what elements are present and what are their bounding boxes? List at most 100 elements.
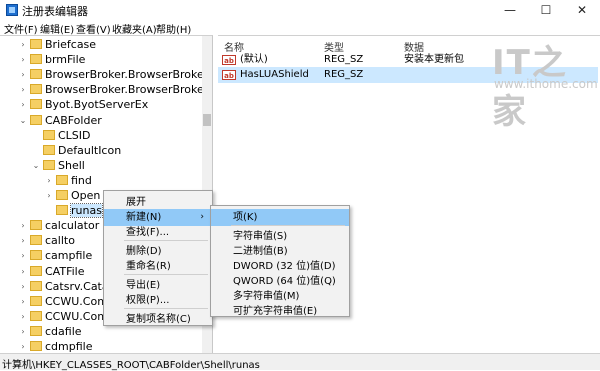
folder-icon <box>30 84 42 95</box>
context-menu-item[interactable]: 权限(P)... <box>104 292 212 309</box>
tree-node[interactable]: › CCWU.ComO <box>18 295 116 310</box>
tree-node-label: cdafile <box>45 324 82 338</box>
regedit-app-icon <box>6 4 18 16</box>
context-menu-item[interactable]: 复制项名称(C) <box>104 311 212 328</box>
folder-icon <box>56 174 68 185</box>
expand-chevron-icon[interactable]: › <box>18 83 28 97</box>
menu-item-label: 项(K) <box>233 212 258 223</box>
expand-chevron-icon[interactable]: › <box>18 325 28 339</box>
title-bar: 注册表编辑器 — ☐ ✕ <box>0 0 600 20</box>
tree-node-label: Byot.ByotServerEx <box>45 98 149 112</box>
tree-node-label: calculator <box>45 219 100 233</box>
tree-node[interactable]: › Briefcase <box>18 38 96 53</box>
menu-bar: 文件(F) 编辑(E) 查看(V) 收藏夹(A) 帮助(H) <box>0 20 600 36</box>
folder-icon <box>30 235 42 246</box>
watermark-url: www.ithome.com <box>494 77 598 91</box>
expand-chevron-icon[interactable]: › <box>18 265 28 279</box>
tree-node-label: BrowserBroker.BrowserBroker <box>45 68 209 82</box>
menu-file[interactable]: 文件(F) <box>4 21 38 36</box>
string-value-icon: ab <box>222 70 236 80</box>
expand-chevron-icon[interactable]: › <box>44 174 54 188</box>
menu-favorites[interactable]: 收藏夹(A) <box>112 21 157 36</box>
context-menu-item[interactable]: 可扩充字符串值(E) <box>211 303 349 320</box>
tree-node[interactable]: runas <box>44 203 103 219</box>
folder-icon <box>30 295 42 306</box>
value-data: 安装本更新包 <box>404 54 464 65</box>
tree-node-label: campfile <box>45 249 93 263</box>
expand-chevron-icon[interactable]: › <box>18 280 28 294</box>
menu-help[interactable]: 帮助(H) <box>156 21 191 36</box>
expand-chevron-icon[interactable]: › <box>18 98 28 112</box>
context-menu-item[interactable]: 重命名(R) <box>104 258 212 275</box>
tree-node[interactable]: › cdmpfile <box>18 340 92 353</box>
tree-node-label: Shell <box>58 158 85 172</box>
folder-icon <box>30 99 42 110</box>
tree-node[interactable]: › campfile <box>18 249 92 264</box>
folder-icon <box>43 159 55 170</box>
expand-chevron-icon[interactable]: › <box>18 249 28 263</box>
tree-node[interactable]: › BrowserBroker.BrowserBroker.1 <box>18 83 212 98</box>
folder-icon <box>30 280 42 291</box>
status-path: 计算机\HKEY_CLASSES_ROOT\CABFolder\Shell\ru… <box>2 360 260 371</box>
menu-view[interactable]: 查看(V) <box>76 21 111 36</box>
expand-chevron-icon[interactable]: › <box>18 340 28 353</box>
tree-node-label: CLSID <box>58 128 91 142</box>
tree-node[interactable]: › callto <box>18 234 75 249</box>
close-button[interactable]: ✕ <box>564 0 600 20</box>
tree-node-label: Open <box>71 189 101 202</box>
context-menu-item[interactable]: 查找(F)... <box>104 224 212 241</box>
expand-chevron-icon[interactable]: › <box>18 295 28 309</box>
context-menu-item[interactable]: 项(K) <box>211 209 349 226</box>
tree-node[interactable]: › BrowserBroker.BrowserBroker <box>18 68 208 83</box>
maximize-button[interactable]: ☐ <box>528 0 564 20</box>
menu-edit[interactable]: 编辑(E) <box>40 21 74 36</box>
folder-icon <box>30 69 42 80</box>
expand-chevron-icon[interactable]: › <box>18 234 28 248</box>
expand-chevron-icon[interactable]: › <box>18 68 28 82</box>
collapse-chevron-icon[interactable]: ⌄ <box>31 159 41 173</box>
tree-node[interactable]: › CATFile <box>18 265 84 280</box>
tree-node[interactable]: › find <box>44 174 92 189</box>
tree-node-label: callto <box>45 234 75 248</box>
menu-item-label: 查找(F)... <box>126 227 170 238</box>
tree-node[interactable]: ⌄ CABFolder <box>18 114 102 129</box>
menu-separator <box>231 225 345 226</box>
tree-node[interactable]: DefaultIcon <box>31 144 121 159</box>
tree-node[interactable]: › Open <box>44 189 100 204</box>
menu-separator <box>124 308 208 309</box>
folder-icon <box>30 114 42 125</box>
scrollbar-thumb[interactable] <box>203 114 211 126</box>
folder-icon <box>30 265 42 276</box>
tree-node[interactable]: › brmFile <box>18 53 85 68</box>
value-type: REG_SZ <box>324 54 364 65</box>
folder-icon <box>30 39 42 49</box>
new-submenu: 项(K) 字符串值(S) 二进制值(B) DWORD (32 位)值(D) QWORD … <box>210 205 350 317</box>
string-value-icon: ab <box>222 55 236 65</box>
tree-node[interactable]: CLSID <box>31 129 91 144</box>
context-menu: 展开 新建(N) › 查找(F)... 删除(D) 重命名(R) 导出(E) 权限(P)...… <box>103 190 213 326</box>
folder-icon <box>56 205 68 216</box>
window-title: 注册表编辑器 <box>22 5 88 18</box>
folder-icon <box>43 144 55 155</box>
tree-node[interactable]: › calculator <box>18 219 99 234</box>
minimize-button[interactable]: — <box>492 0 528 20</box>
expand-chevron-icon[interactable]: › <box>18 310 28 324</box>
tree-node-label: brmFile <box>45 53 86 67</box>
tree-node[interactable]: › CCWU.ComO <box>18 310 116 325</box>
status-bar: 计算机\HKEY_CLASSES_ROOT\CABFolder\Shell\ru… <box>0 353 600 371</box>
folder-icon <box>30 250 42 261</box>
tree-node-label: CATFile <box>45 264 85 278</box>
expand-chevron-icon[interactable]: › <box>18 38 28 52</box>
folder-icon <box>30 54 42 65</box>
menu-item-label: 重命名(R) <box>126 261 171 272</box>
tree-node[interactable]: › cdafile <box>18 324 82 340</box>
expand-chevron-icon[interactable]: › <box>18 219 28 233</box>
folder-icon <box>30 341 42 351</box>
expand-chevron-icon[interactable]: › <box>18 53 28 67</box>
expand-chevron-icon[interactable]: › <box>44 189 54 203</box>
collapse-chevron-icon[interactable]: ⌄ <box>18 114 28 128</box>
tree-node[interactable]: › Byot.ByotServerEx <box>18 98 148 113</box>
value-type: REG_SZ <box>324 69 364 80</box>
folder-icon <box>30 220 42 231</box>
tree-node[interactable]: ⌄ Shell <box>31 159 85 174</box>
